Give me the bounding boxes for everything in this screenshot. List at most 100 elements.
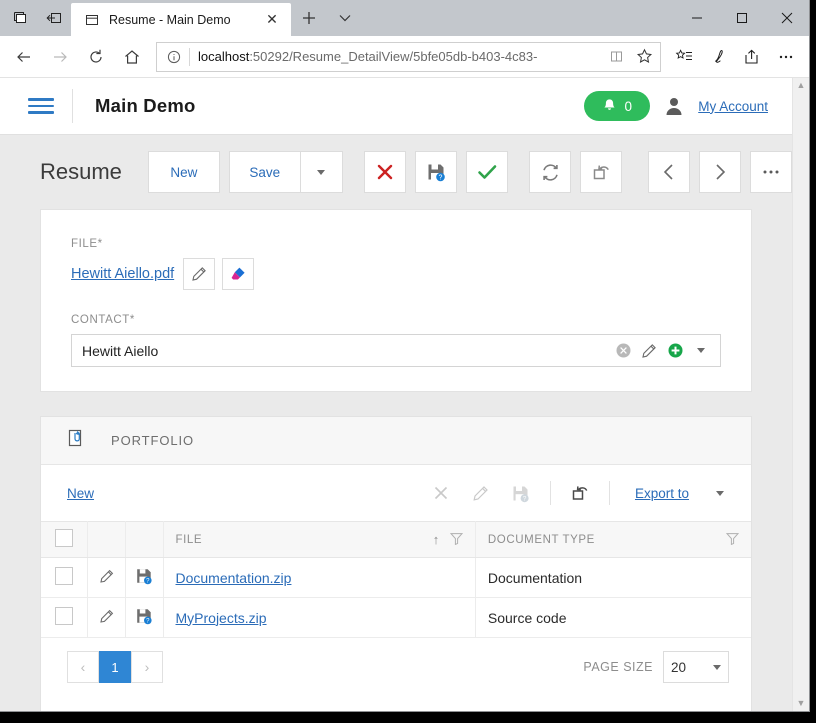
grid-header-file-label: FILE <box>175 533 203 546</box>
portfolio-save-button[interactable]: ? <box>501 476 541 510</box>
contact-dropdown-chevron-down-icon[interactable] <box>688 348 714 353</box>
save-button[interactable]: Save <box>228 151 301 193</box>
tab-menu-chevron-down-icon[interactable] <box>327 0 363 36</box>
file-edit-button[interactable] <box>183 258 216 290</box>
app-header: Main Demo 0 My Account <box>0 78 792 135</box>
browser-titlebar: Resume - Main Demo ✕ <box>0 0 809 36</box>
contact-clear-button[interactable] <box>610 342 636 359</box>
close-button[interactable] <box>764 0 809 36</box>
refresh-icon <box>543 163 558 181</box>
portfolio-reset-button[interactable] <box>560 476 600 510</box>
portfolio-edit-button[interactable] <box>461 476 501 510</box>
save-dropdown-chevron-down-icon[interactable] <box>300 151 343 193</box>
notes-icon[interactable] <box>701 40 735 74</box>
hamburger-icon[interactable] <box>28 98 54 114</box>
new-tab-button[interactable] <box>291 0 327 36</box>
refresh-record-button[interactable] <box>529 151 572 193</box>
grid-header-file[interactable]: FILE ↑ <box>163 521 476 558</box>
export-dropdown-chevron-down-icon[interactable] <box>711 476 729 510</box>
row-save-cell[interactable]: ? <box>125 557 164 598</box>
pager-page-1[interactable]: 1 <box>99 651 131 683</box>
more-actions-button[interactable] <box>750 151 792 193</box>
pager-prev-button[interactable]: ‹ <box>67 651 99 683</box>
grid-header-row: FILE ↑ DOCUMENT TYPE <box>41 521 751 558</box>
contact-edit-button[interactable] <box>636 343 662 359</box>
notifications-button[interactable]: 0 <box>584 91 651 121</box>
contact-field-label: CONTACT* <box>71 314 136 326</box>
page-size-value: 20 <box>671 659 687 675</box>
browser-navbar: localhost:50292/Resume_DetailView/5bfe05… <box>0 36 809 78</box>
file-clear-button[interactable] <box>222 258 255 290</box>
table-row[interactable]: ? MyProjects.zip Source code <box>41 597 751 638</box>
reset-window-icon <box>572 486 588 500</box>
titlebar-drag-area <box>363 0 674 36</box>
filter-icon[interactable] <box>725 532 740 548</box>
save-and-new-button[interactable]: ? <box>415 151 457 193</box>
file-field-row: Hewitt Aiello.pdf <box>71 258 721 290</box>
more-icon[interactable] <box>769 40 803 74</box>
pencil-icon <box>192 267 207 281</box>
tab-preview-icon[interactable] <box>3 0 37 36</box>
forward-button[interactable] <box>42 40 78 74</box>
ellipsis-icon <box>763 170 779 174</box>
contact-add-button[interactable] <box>662 342 688 359</box>
delete-button[interactable] <box>364 151 407 193</box>
portfolio-card: PORTFOLIO New ? Export to FILE ↑ DOCUMEN… <box>40 416 752 711</box>
notification-count: 0 <box>624 98 632 114</box>
refresh-button[interactable] <box>78 40 114 74</box>
home-button[interactable] <box>114 40 150 74</box>
maximize-button[interactable] <box>719 0 764 36</box>
info-icon[interactable] <box>159 50 189 64</box>
toolbar-separator-1 <box>549 481 551 505</box>
tab-close-icon[interactable]: ✕ <box>261 9 283 31</box>
chevron-right-icon <box>716 164 726 180</box>
row-select-cell[interactable] <box>41 597 88 638</box>
grid-header-doctype[interactable]: DOCUMENT TYPE <box>475 521 751 558</box>
grid-header-select-all[interactable] <box>41 521 88 558</box>
star-icon[interactable] <box>630 48 658 65</box>
next-object-button[interactable] <box>699 151 742 193</box>
set-tabs-aside-icon[interactable] <box>37 0 71 36</box>
row-select-cell[interactable] <box>41 557 88 598</box>
minimize-button[interactable] <box>674 0 719 36</box>
select-all-checkbox[interactable] <box>54 529 73 547</box>
scroll-up-icon[interactable]: ▲ <box>797 81 806 90</box>
save-and-close-button[interactable] <box>465 151 508 193</box>
export-to-link[interactable]: Export to <box>635 486 689 501</box>
sort-asc-icon[interactable]: ↑ <box>433 532 440 547</box>
browser-tab[interactable]: Resume - Main Demo ✕ <box>71 3 291 36</box>
page-size-chevron-down-icon[interactable] <box>713 664 721 670</box>
row-file-link[interactable]: Documentation.zip <box>176 570 292 586</box>
filter-icon[interactable] <box>449 532 463 548</box>
contact-lookup-field[interactable]: Hewitt Aiello <box>71 334 721 367</box>
scroll-down-icon[interactable]: ▼ <box>797 699 806 708</box>
my-account-link[interactable]: My Account <box>698 99 768 114</box>
row-file-link[interactable]: MyProjects.zip <box>176 610 267 626</box>
previous-object-button[interactable] <box>648 151 691 193</box>
pencil-icon <box>473 485 489 501</box>
row-checkbox[interactable] <box>54 607 73 625</box>
portfolio-delete-button[interactable] <box>421 476 461 510</box>
row-checkbox[interactable] <box>54 567 73 585</box>
share-icon[interactable] <box>735 40 769 74</box>
reset-view-button[interactable] <box>580 151 623 193</box>
pager-next-button[interactable]: › <box>131 651 163 683</box>
address-url[interactable]: localhost:50292/Resume_DetailView/5bfe05… <box>190 49 602 64</box>
file-link[interactable]: Hewitt Aiello.pdf <box>71 266 174 282</box>
page-scrollbar[interactable]: ▲ ▼ <box>792 78 809 711</box>
attachment-icon <box>65 428 85 453</box>
address-bar[interactable]: localhost:50292/Resume_DetailView/5bfe05… <box>156 41 661 72</box>
row-edit-cell[interactable] <box>87 597 126 638</box>
detail-toolbar: Resume New Save ? <box>0 135 792 209</box>
new-button[interactable]: New <box>147 151 220 193</box>
table-row[interactable]: ? Documentation.zip Documentation <box>41 557 751 598</box>
browser-window: Resume - Main Demo ✕ localhost:50292/Res… <box>0 0 810 712</box>
row-save-cell[interactable]: ? <box>125 597 164 638</box>
page-size-select[interactable]: 20 <box>663 651 729 683</box>
reading-view-icon[interactable] <box>602 49 630 64</box>
favorites-icon[interactable] <box>667 40 701 74</box>
url-host: localhost <box>198 49 250 64</box>
row-edit-cell[interactable] <box>87 557 126 598</box>
portfolio-new-link[interactable]: New <box>67 486 94 501</box>
back-button[interactable] <box>6 40 42 74</box>
